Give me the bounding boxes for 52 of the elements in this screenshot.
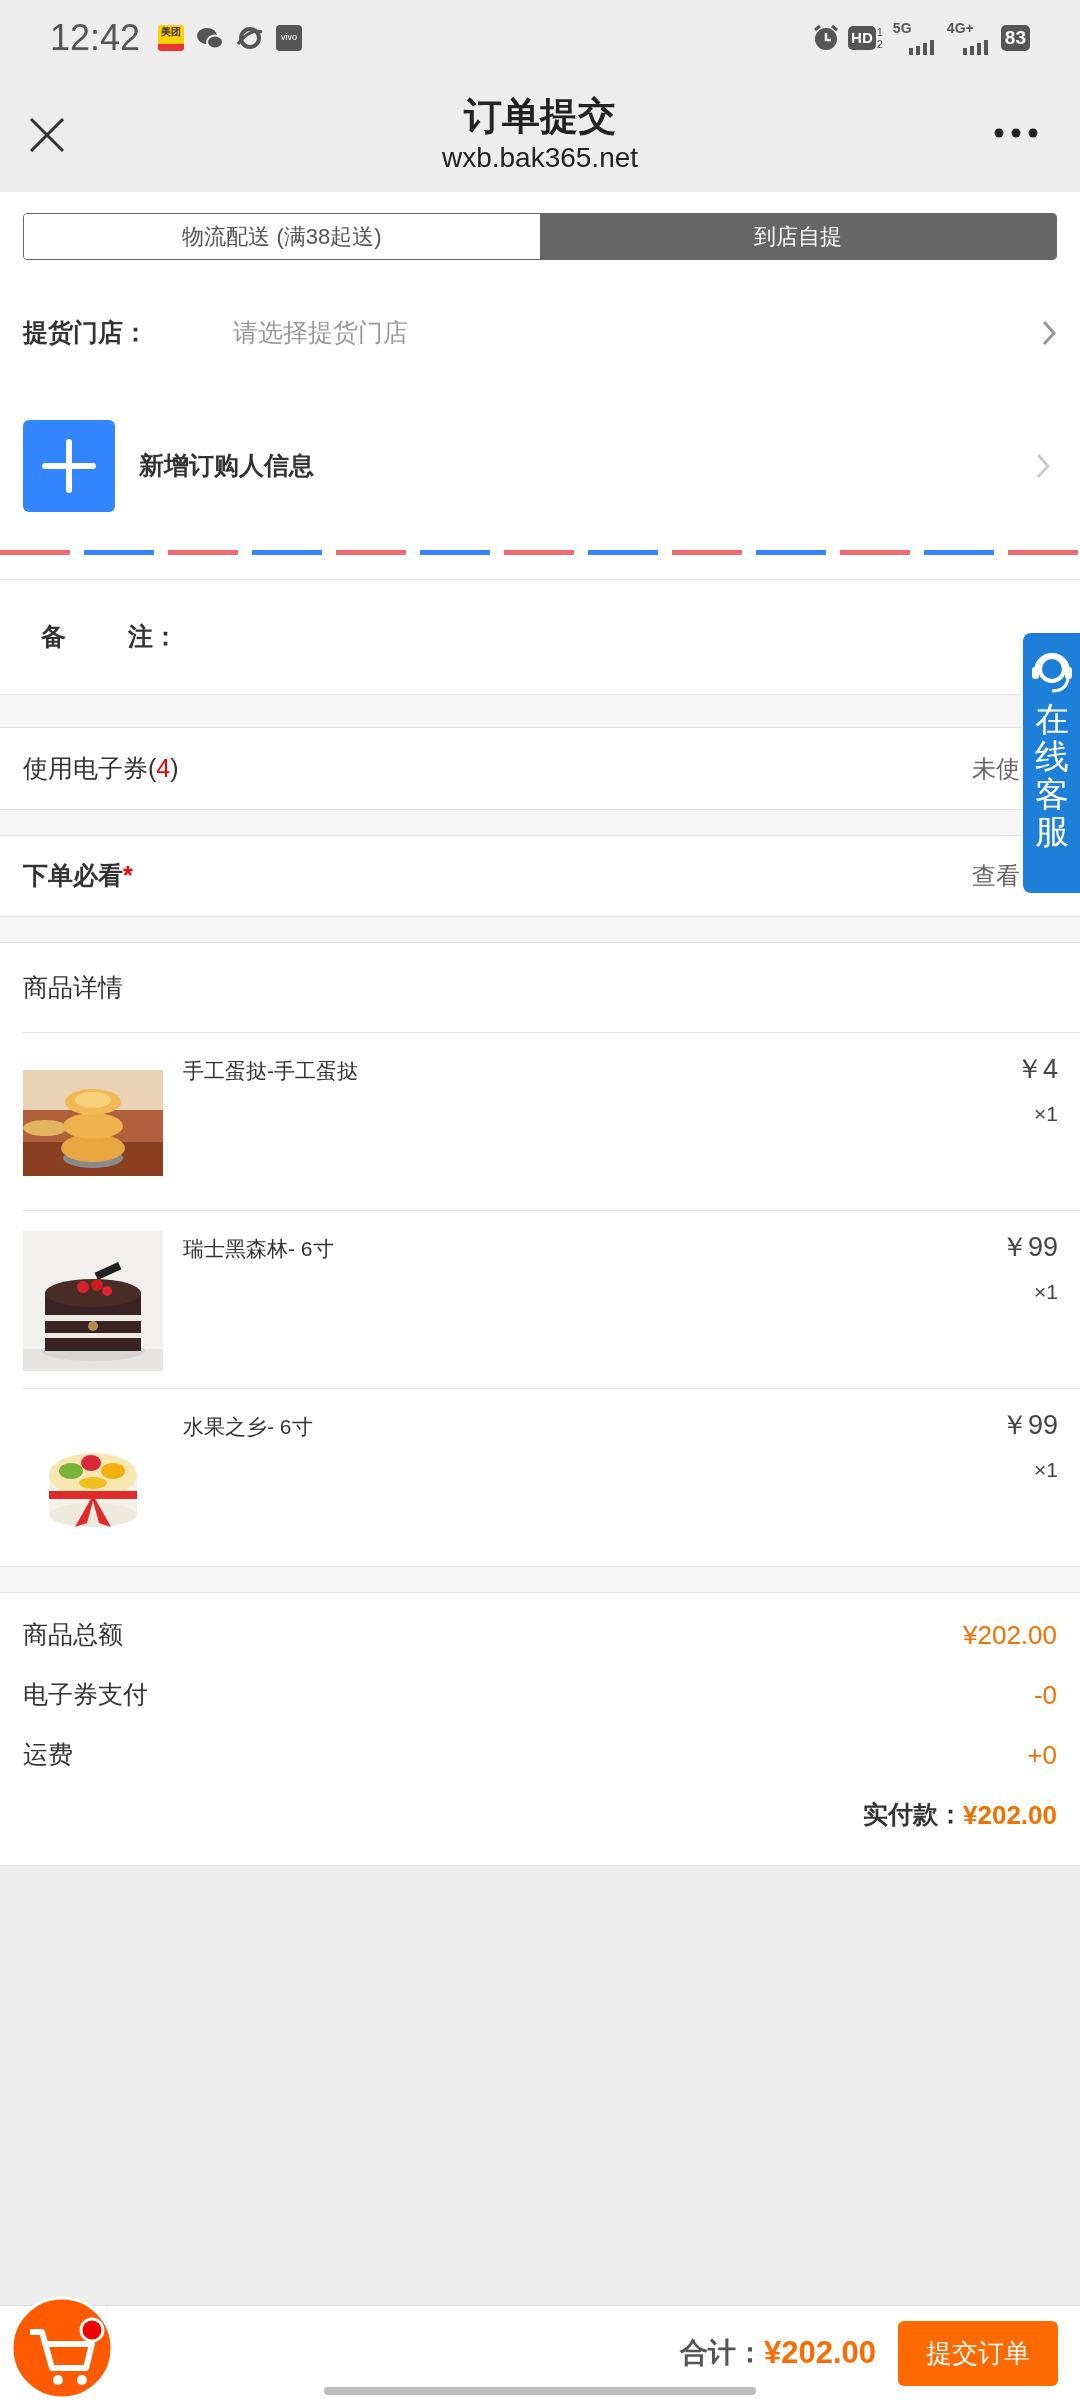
hd-indicator: HD [848, 25, 876, 50]
store-select-field[interactable]: 请选择提货门店 [233, 314, 1041, 352]
summary-value: -0 [1033, 1678, 1057, 1712]
chevron-right-icon [1041, 319, 1057, 347]
summary-label: 商品总额 [23, 1619, 123, 1651]
coupon-status: 未使 [972, 753, 1020, 784]
sim-label: 1 [876, 25, 883, 38]
app-icon: 美团 [158, 24, 185, 51]
product-name: 水果之乡- 6寸 [183, 1414, 314, 1440]
page-title: 订单提交 [464, 93, 616, 139]
summary-value: ¥202.00 [963, 1618, 1057, 1652]
product-price: ￥99 [1000, 1409, 1058, 1442]
product-quantity: ×1 [1034, 1278, 1058, 1305]
view-link[interactable]: 查看 [972, 858, 1020, 894]
remark-label: 注： [128, 621, 178, 653]
product-price: ￥4 [1015, 1053, 1058, 1086]
summary-label: 电子券支付 [23, 1679, 148, 1711]
section-title: 商品详情 [23, 971, 123, 1003]
notice-label: 下单必看* [23, 860, 134, 892]
network-label: 4G+ [946, 20, 974, 35]
total-label: 合计： [679, 2336, 764, 2370]
app-icon: vivo [276, 24, 303, 51]
field-label: 提货门店： [23, 317, 149, 349]
cart-icon[interactable] [10, 2296, 114, 2400]
product-quantity: ×1 [1034, 1456, 1058, 1483]
battery-indicator: 83 [1000, 24, 1030, 51]
paid-label: 实付款： [863, 1799, 963, 1831]
signal-icon [906, 38, 937, 55]
product-name: 手工蛋挞-手工蛋挞 [183, 1058, 359, 1084]
total-amount: ¥202.00 [763, 2333, 876, 2372]
close-icon[interactable] [29, 117, 65, 153]
more-icon[interactable] [994, 128, 1038, 138]
signal-icon [960, 38, 991, 55]
product-quantity: ×1 [1034, 1100, 1058, 1127]
customer-service-tab[interactable]: 在线客服 [1023, 633, 1080, 893]
page-url: wxb.bak365.net [441, 140, 639, 175]
service-label: 在线客服 [1034, 701, 1069, 851]
product-price: ￥99 [1000, 1231, 1058, 1264]
paid-amount: ¥202.00 [963, 1798, 1057, 1832]
remark-label: 备 [41, 621, 67, 653]
chevron-right-icon [1035, 452, 1051, 480]
summary-value: +0 [1027, 1738, 1057, 1772]
add-buyer-link[interactable]: 新增订购人信息 [139, 447, 1035, 485]
coupon-label[interactable]: 使用电子券(4) [23, 749, 972, 788]
sim-label: 2 [876, 37, 883, 50]
alarm-icon [812, 23, 841, 52]
summary-label: 运费 [23, 1739, 73, 1771]
delivery-tab[interactable]: 到店自提 [540, 214, 1056, 259]
product-name: 瑞士黑森林- 6寸 [183, 1236, 335, 1262]
network-label: 5G [892, 20, 912, 35]
clock: 12:42 [50, 15, 141, 60]
add-icon[interactable] [23, 420, 115, 512]
